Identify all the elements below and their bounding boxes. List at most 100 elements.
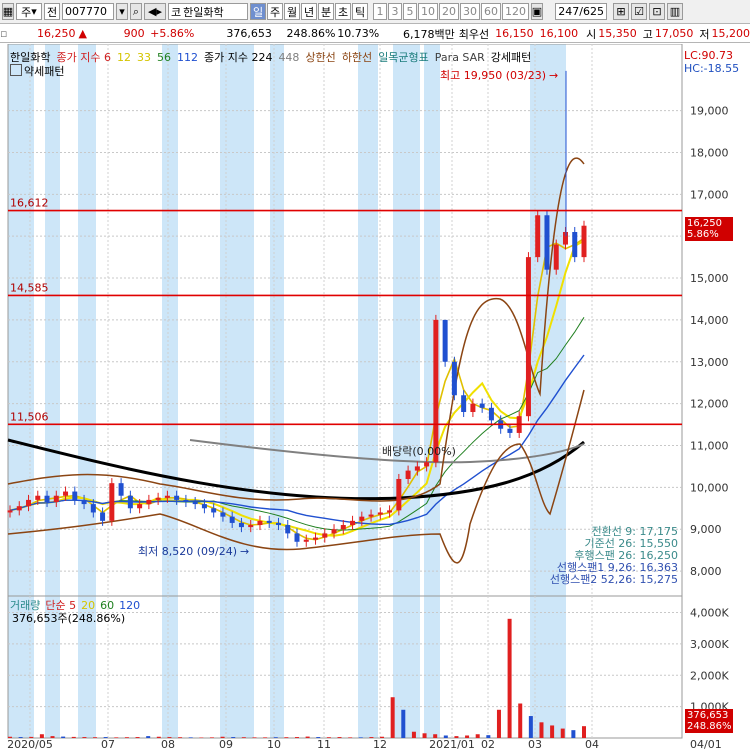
candle-body <box>230 517 235 523</box>
best-bid: 16,100 <box>540 27 579 40</box>
pattern-icon <box>10 64 22 76</box>
pattern-band <box>162 44 178 738</box>
legend-item-1[interactable]: 종가 지수 6 <box>56 51 110 64</box>
candle-body <box>276 523 281 525</box>
candle-body <box>248 525 253 527</box>
high-annotation: 최고 19,950 (03/23)→ <box>440 67 558 83</box>
candle-body <box>341 525 346 529</box>
volume-bar <box>189 737 193 738</box>
candle-body <box>63 492 68 496</box>
low-price: 15,200 <box>711 27 750 40</box>
period-tab-3[interactable]: 년 <box>301 3 317 20</box>
pattern-band <box>45 44 60 738</box>
chart-area[interactable]: 16,61214,58511,506 19,00018,00017,00016,… <box>0 44 750 750</box>
candle-body <box>174 496 179 500</box>
count-value: 247 <box>558 5 579 18</box>
period-tab-4[interactable]: 분 <box>318 3 334 20</box>
price-tick-label: 14,000 <box>690 314 729 327</box>
stock-name-field[interactable]: 코 한일화학 <box>168 3 248 20</box>
low-label: 저 <box>699 26 709 42</box>
period-tab-6[interactable]: 틱 <box>352 3 368 20</box>
horizontal-lines: 16,61214,58511,506 <box>8 197 682 425</box>
volume-bar <box>508 619 512 738</box>
volume-tag: 376,653 248.86% <box>685 709 733 733</box>
time-tick-label: 04 <box>585 738 599 750</box>
candle-body <box>582 226 587 257</box>
candle-body <box>119 483 124 496</box>
grid-layer <box>8 44 682 738</box>
legend-item-2[interactable]: 12 <box>117 51 131 64</box>
volume-bar <box>401 710 405 738</box>
interval-tab-10[interactable]: 10 <box>418 3 438 20</box>
candle-body <box>526 257 531 416</box>
price-change-pct: +5.86% <box>145 27 195 40</box>
candle-body <box>72 492 77 500</box>
legend-item-11[interactable]: Para SAR <box>435 51 485 64</box>
bar-chart-icon[interactable]: ▥ <box>667 3 683 20</box>
volume-bar <box>529 716 533 738</box>
volume-bar <box>391 697 395 738</box>
candle-body <box>480 404 485 408</box>
period-tab-2[interactable]: 월 <box>284 3 300 20</box>
candle-body <box>100 512 105 520</box>
legend-item-10[interactable]: 일목균형표 <box>378 51 429 64</box>
time-right-label: 04/01 <box>690 738 722 750</box>
period-tab-0[interactable]: 일 <box>250 3 266 20</box>
candle-body <box>137 504 142 508</box>
crosshair-icon[interactable]: ⊞ <box>613 3 629 20</box>
code-dropdown-icon[interactable]: ▾ <box>116 3 128 20</box>
search-icon[interactable]: ⌕ <box>130 3 142 20</box>
price-change: 900 <box>87 27 145 40</box>
volume-tick-label: 4,000K <box>690 607 729 620</box>
time-tick-label: 02 <box>481 738 495 750</box>
volume-bar <box>125 737 129 738</box>
chart-settings-icon[interactable]: ⊡ <box>649 3 665 20</box>
legend-item-9[interactable]: 하한선 <box>342 51 372 64</box>
price-tag-value: 16,250 <box>687 218 731 229</box>
legend-item-4[interactable]: 56 <box>157 51 171 64</box>
period-tab-1[interactable]: 주 <box>267 3 283 20</box>
pattern-band <box>393 44 420 738</box>
moving-average-line <box>10 241 584 536</box>
settings-icon[interactable]: ▣ <box>531 3 543 20</box>
interval-tab-30[interactable]: 30 <box>460 3 480 20</box>
legend-item-12[interactable]: 강세패턴 <box>491 51 531 64</box>
volume-bar <box>284 737 288 738</box>
stock-chart[interactable]: 16,61214,58511,506 19,00018,00017,00016,… <box>0 44 750 750</box>
candle-body <box>433 320 438 462</box>
dividend-annotation: 배당락(0.00%) <box>382 443 456 459</box>
hc-value: HC:-18.55 <box>684 62 739 75</box>
stock-type-select[interactable]: 주▾ <box>16 3 42 20</box>
interval-tab-60[interactable]: 60 <box>481 3 501 20</box>
interval-tab-120[interactable]: 120 <box>502 3 529 20</box>
checkbox-icon[interactable]: ☑ <box>631 3 647 20</box>
grid-icon[interactable]: ▦ <box>2 3 14 20</box>
time-tick-label: 12 <box>373 738 387 750</box>
price-tick-label: 19,000 <box>690 105 729 118</box>
interval-tab-3[interactable]: 3 <box>388 3 402 20</box>
price-tick-label: 17,000 <box>690 188 729 201</box>
period-tab-5[interactable]: 초 <box>335 3 351 20</box>
legend-item-7[interactable]: 448 <box>278 51 299 64</box>
price-info-bar: ▫ 16,250 ▲ 900 +5.86% 376,653 248.86% 10… <box>0 25 750 43</box>
speaker-icon[interactable]: ◀▸ <box>144 3 166 20</box>
current-price: 16,250 <box>12 27 76 40</box>
pattern-band <box>220 44 254 738</box>
legend-item-8[interactable]: 상한선 <box>305 51 335 64</box>
legend-item-3[interactable]: 33 <box>137 51 151 64</box>
candle-body <box>267 521 272 523</box>
high-label: 고 <box>643 26 653 42</box>
interval-tab-1[interactable]: 1 <box>373 3 387 20</box>
legend-item-6[interactable]: 종가 지수 224 <box>204 51 272 64</box>
volume-bar <box>348 737 352 738</box>
legend-item-5[interactable]: 112 <box>177 51 198 64</box>
volume-bar <box>252 737 256 738</box>
interval-tab-5[interactable]: 5 <box>403 3 417 20</box>
time-tick-label: 09 <box>219 738 233 750</box>
prev-button[interactable]: 전 <box>44 3 60 20</box>
count-field[interactable]: 247/625 <box>555 3 607 20</box>
time-tick-label: 07 <box>101 738 115 750</box>
interval-tab-20[interactable]: 20 <box>439 3 459 20</box>
candle-body <box>563 232 568 245</box>
code-input[interactable]: 007770 <box>62 3 114 20</box>
